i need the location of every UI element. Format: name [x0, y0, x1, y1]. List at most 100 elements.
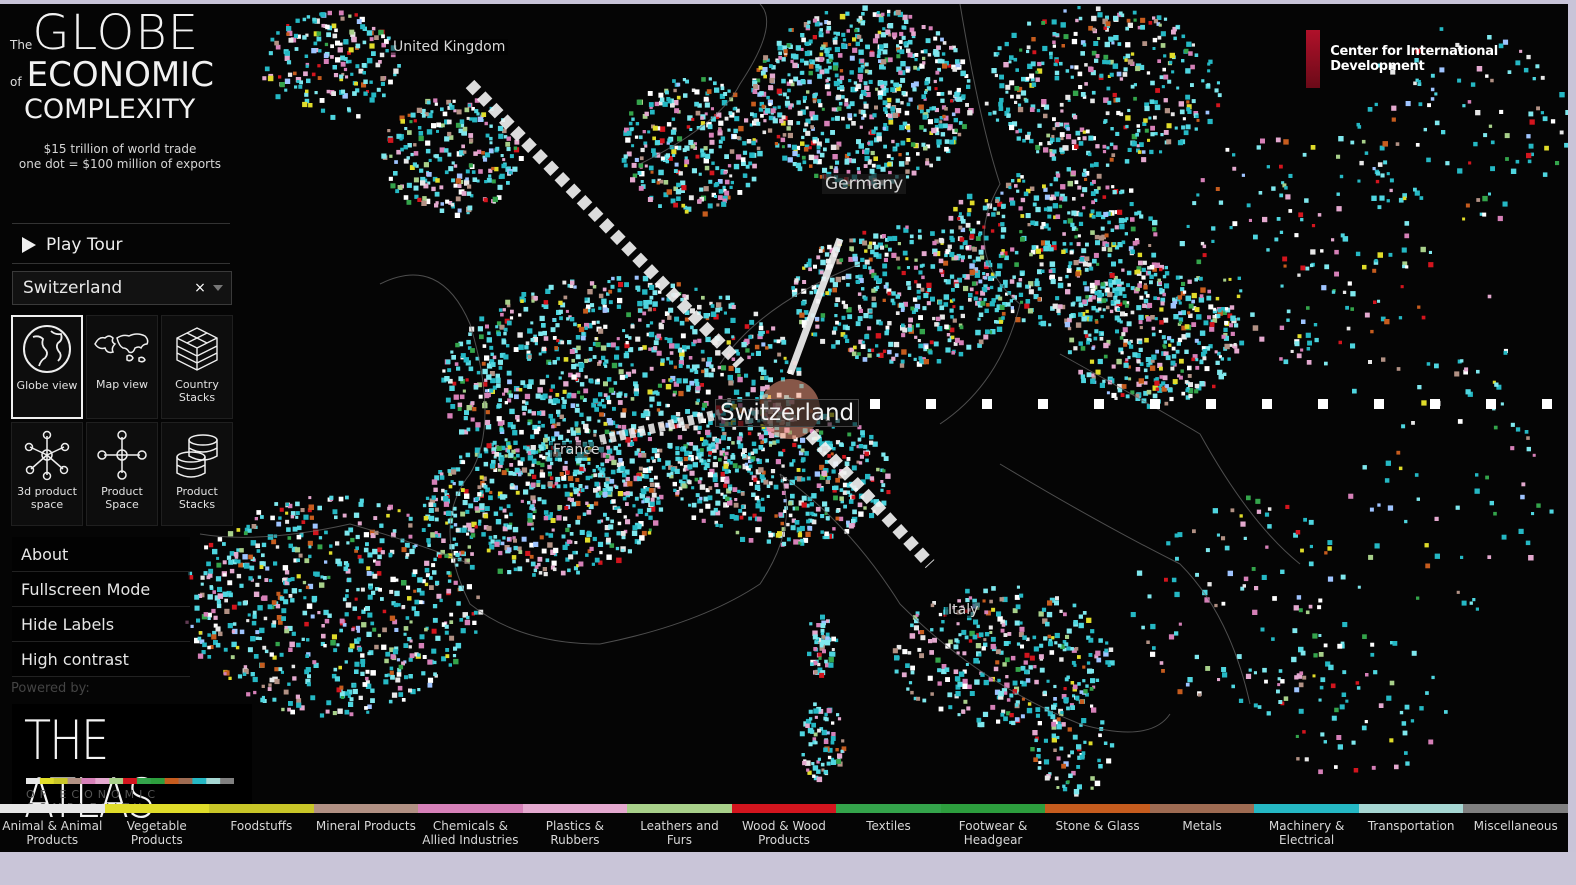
- export-dot: [1067, 317, 1072, 323]
- export-dot: [865, 44, 870, 50]
- export-dot: [653, 340, 659, 346]
- export-dot: [530, 445, 536, 451]
- export-dot: [826, 91, 832, 96]
- export-dot: [717, 365, 722, 370]
- export-dot: [321, 23, 325, 28]
- export-dot: [674, 108, 680, 114]
- export-dot: [1061, 249, 1066, 254]
- export-dot: [732, 134, 737, 139]
- export-dot: [475, 427, 480, 432]
- export-dot: [603, 324, 608, 329]
- export-dot: [293, 71, 297, 76]
- export-dot: [1121, 287, 1126, 292]
- export-dot: [1283, 359, 1289, 365]
- export-dot: [648, 528, 652, 532]
- export-dot: [1158, 329, 1162, 333]
- export-dot: [816, 150, 821, 154]
- export-dot: [1075, 18, 1079, 23]
- export-dot: [694, 89, 700, 95]
- export-dot: [605, 454, 610, 459]
- export-dot: [903, 19, 909, 24]
- export-dot: [1159, 267, 1163, 272]
- export-dot: [585, 537, 591, 543]
- export-dot: [910, 306, 915, 311]
- export-dot: [802, 160, 807, 165]
- export-dot: [1063, 9, 1067, 13]
- export-dot: [513, 538, 517, 543]
- export-dot: [1339, 174, 1344, 179]
- export-dot: [522, 400, 526, 404]
- export-dot: [1217, 308, 1222, 313]
- export-dot: [1069, 314, 1074, 319]
- export-dot: [937, 300, 943, 305]
- export-dot: [630, 441, 635, 446]
- export-dot: [1110, 300, 1115, 305]
- export-dot: [1082, 136, 1087, 141]
- export-dot: [725, 295, 730, 300]
- export-dot: [1187, 109, 1192, 114]
- export-dot: [818, 31, 823, 35]
- export-dot: [1145, 357, 1151, 363]
- export-dot: [901, 349, 907, 355]
- export-dot: [1155, 377, 1159, 381]
- export-dot: [1114, 290, 1120, 296]
- export-dot: [735, 367, 741, 374]
- export-dot: [1119, 77, 1124, 81]
- export-dot: [616, 557, 622, 564]
- export-dot: [617, 297, 623, 304]
- export-dot: [623, 154, 628, 159]
- export-dot: [646, 507, 652, 513]
- export-dot: [1112, 242, 1116, 246]
- export-dot: [920, 109, 924, 114]
- export-dot: [819, 69, 825, 75]
- export-dot: [902, 25, 907, 30]
- export-dot: [795, 162, 802, 168]
- export-dot: [1006, 107, 1011, 112]
- export-dot: [559, 316, 563, 321]
- export-dot: [1120, 281, 1124, 285]
- export-dot: [901, 333, 906, 338]
- export-dot: [965, 246, 969, 250]
- export-dot: [1037, 287, 1042, 291]
- export-dot: [495, 373, 500, 379]
- export-dot: [946, 333, 951, 337]
- export-dot: [1098, 235, 1105, 241]
- export-dot: [887, 162, 892, 167]
- export-dot: [1009, 279, 1015, 284]
- export-dot: [320, 12, 326, 18]
- export-dot: [864, 149, 870, 155]
- export-dot: [455, 342, 460, 348]
- export-dot: [489, 136, 493, 141]
- export-dot: [1116, 299, 1121, 304]
- export-dot: [908, 14, 913, 19]
- export-dot: [498, 550, 503, 556]
- export-dot: [544, 434, 548, 438]
- export-dot: [897, 266, 901, 270]
- export-dot: [571, 501, 577, 507]
- export-dot: [564, 506, 569, 510]
- export-dot: [1324, 361, 1328, 366]
- export-dot: [1147, 138, 1151, 142]
- export-dot: [917, 339, 921, 343]
- export-dot: [809, 164, 813, 168]
- export-dot: [705, 503, 711, 509]
- export-dot: [1078, 312, 1083, 317]
- export-dot: [515, 490, 520, 495]
- export-dot: [552, 336, 557, 340]
- export-dot: [1191, 43, 1195, 47]
- export-dot: [749, 319, 755, 325]
- export-dot: [662, 101, 668, 107]
- export-dot: [434, 102, 438, 106]
- export-dot: [388, 137, 394, 143]
- export-dot: [527, 422, 531, 426]
- export-dot: [864, 334, 870, 340]
- export-dot: [618, 362, 623, 367]
- export-dot: [738, 465, 742, 469]
- export-dot: [567, 524, 571, 528]
- export-dot: [810, 125, 814, 129]
- export-dot: [1313, 323, 1318, 327]
- export-dot: [848, 79, 852, 83]
- export-dot: [1049, 183, 1053, 187]
- export-dot: [602, 404, 607, 409]
- export-dot: [464, 410, 469, 416]
